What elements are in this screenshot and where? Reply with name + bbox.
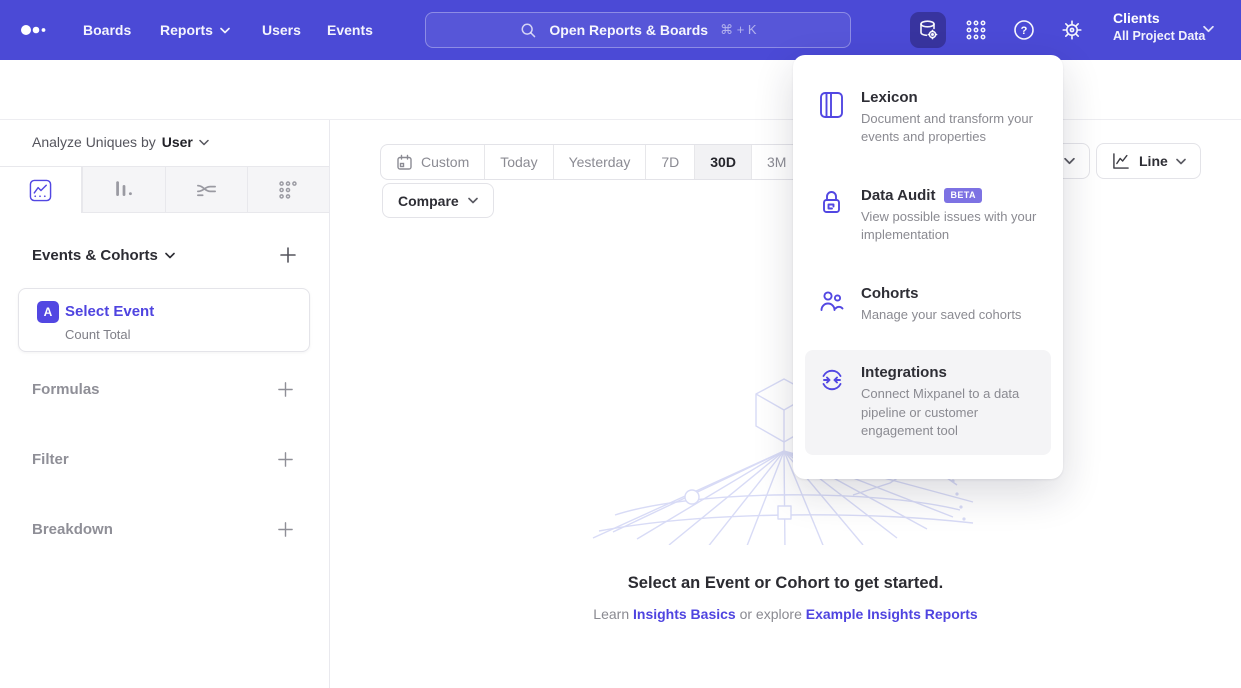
search-placeholder: Open Reports & Boards [549,22,708,38]
tab-bar-chart[interactable] [82,167,164,213]
events-cohorts-dropdown[interactable]: Events & Cohorts [32,247,175,264]
date-range-custom[interactable]: Custom [381,145,484,179]
apps-grid-icon [965,19,987,41]
line-chart-icon [29,179,52,202]
menu-item-title: Cohorts [861,285,919,302]
app-root: Boards Reports Users Events Open Reports… [0,0,1241,688]
beta-badge: BETA [944,188,981,203]
chevron-down-icon [199,139,209,146]
org-name: Clients [1113,10,1205,26]
date-range-yesterday[interactable]: Yesterday [553,145,646,179]
settings-button[interactable] [1054,12,1090,48]
integrations-sync-icon [819,364,845,440]
data-management-menu: Lexicon Document and transform your even… [793,55,1063,479]
nav-item-reports[interactable]: Reports [160,0,230,60]
menu-item-lexicon[interactable]: Lexicon Document and transform your even… [805,75,1051,161]
plus-icon [277,381,294,398]
plus-icon [279,246,297,264]
help-button[interactable]: ? [1006,12,1042,48]
chevron-down-icon [1064,157,1075,165]
database-gear-icon [916,18,940,42]
chevron-down-icon [1176,158,1186,165]
tab-flow-chart[interactable] [165,167,247,213]
select-event-button[interactable]: Select Event [65,303,154,320]
menu-item-title: Integrations [861,364,947,381]
add-event-button[interactable] [279,246,297,264]
flow-chart-icon [195,178,218,201]
chevron-down-icon [468,197,478,204]
event-letter-badge: A [37,301,59,323]
compare-dropdown[interactable]: Compare [382,183,494,218]
date-range-30d[interactable]: 30D [694,145,751,179]
analyze-row: Analyze Uniques by User [32,134,209,150]
nav-item-boards[interactable]: Boards [83,0,131,60]
line-chart-icon [1111,151,1131,171]
analyze-value-dropdown[interactable]: User [162,134,193,150]
query-sidebar: Analyze Uniques by User [0,120,330,688]
tab-line-chart[interactable] [0,167,82,213]
cohorts-people-icon [819,285,845,324]
svg-text:?: ? [1021,25,1028,37]
chart-type-tabs [0,166,329,213]
empty-state-connector: or explore [740,606,802,622]
bar-chart-icon [113,179,135,201]
menu-item-title: Lexicon [861,89,918,106]
global-search-input[interactable]: Open Reports & Boards ⌘ + K [425,12,851,48]
mixpanel-logo-icon [20,22,50,38]
account-switcher[interactable]: Clients All Project Data [1113,10,1205,43]
events-cohorts-section: Events & Cohorts [32,244,297,266]
example-reports-link[interactable]: Example Insights Reports [806,606,978,622]
date-range-today[interactable]: Today [484,145,552,179]
empty-state-title: Select an Event or Cohort to get started… [330,574,1241,593]
filter-section: Filter [32,449,295,469]
calendar-icon [396,154,413,171]
data-audit-icon [819,187,845,245]
date-range-control: Custom Today Yesterday 7D 30D 3M 6M [380,144,853,180]
gear-icon [1060,18,1084,42]
chevron-down-icon [1203,25,1214,33]
plus-icon [277,451,294,468]
plus-icon [277,521,294,538]
empty-state-subtitle: Learn Insights Basics or explore Example… [330,606,1241,622]
breakdown-section: Breakdown [32,519,295,539]
nav-item-events[interactable]: Events [327,0,373,60]
project-name: All Project Data [1113,29,1205,43]
nav-item-users[interactable]: Users [262,0,301,60]
chevron-down-icon [165,252,175,259]
menu-item-description: Connect Mixpanel to a data pipeline or c… [861,385,1037,440]
menu-item-data-audit[interactable]: Data Audit BETA View possible issues with… [805,173,1051,259]
menu-item-title: Data Audit [861,187,935,204]
top-nav: Boards Reports Users Events Open Reports… [0,0,1241,60]
menu-item-integrations[interactable]: Integrations Connect Mixpanel to a data … [805,350,1051,454]
search-shortcut: ⌘ + K [720,22,757,38]
report-canvas: Custom Today Yesterday 7D 30D 3M 6M Comp… [330,120,1241,688]
empty-state-prefix: Learn [593,606,629,622]
menu-item-description: Document and transform your events and p… [861,110,1037,147]
chevron-down-icon [220,27,230,34]
apps-grid-button[interactable] [958,12,994,48]
help-icon: ? [1012,18,1036,42]
add-breakdown-button[interactable] [277,520,295,538]
data-management-button[interactable] [910,12,946,48]
dot-matrix-icon [277,179,299,201]
menu-item-cohorts[interactable]: Cohorts Manage your saved cohorts [805,271,1051,338]
analyze-label: Analyze Uniques by [32,134,156,150]
menu-item-description: Manage your saved cohorts [861,306,1021,324]
tab-table-chart[interactable] [247,167,329,213]
search-icon [519,21,537,39]
formulas-section: Formulas [32,379,295,399]
date-range-7d[interactable]: 7D [645,145,694,179]
add-formula-button[interactable] [277,380,295,398]
insights-basics-link[interactable]: Insights Basics [633,606,736,622]
menu-item-description: View possible issues with your implement… [861,208,1037,245]
event-aggregation[interactable]: Count Total [65,327,131,342]
chart-type-dropdown[interactable]: Line [1096,143,1201,179]
event-row-card[interactable]: A Select Event Count Total [18,288,310,352]
add-filter-button[interactable] [277,450,295,468]
lexicon-book-icon [819,89,845,147]
